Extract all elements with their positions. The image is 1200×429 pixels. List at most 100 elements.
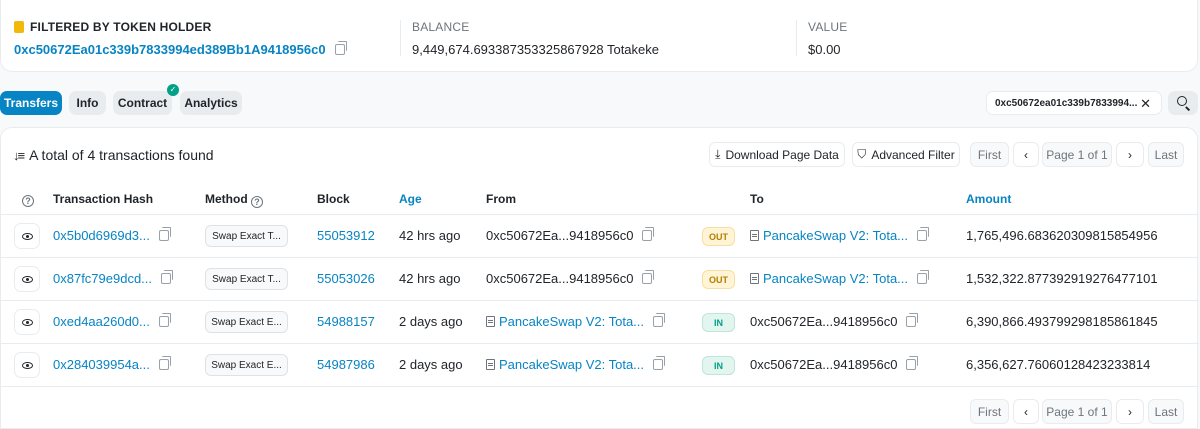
tab-analytics[interactable]: Analytics <box>180 91 242 115</box>
chevron-left-icon: ‹ <box>1024 147 1028 162</box>
table-row: 0x5b0d6969d3... Swap Exact T... 55053912… <box>1 215 1199 258</box>
amount-value: 1,532,322.877392919276477101 <box>966 271 1158 286</box>
copy-icon[interactable] <box>653 356 666 370</box>
clear-filter-icon[interactable]: ✕ <box>1140 96 1151 112</box>
prev-page-button[interactable]: ‹ <box>1013 142 1039 167</box>
contract-icon <box>750 230 759 241</box>
contract-icon <box>486 316 495 327</box>
method-badge: Swap Exact T... <box>205 225 288 247</box>
block-link[interactable]: 54988157 <box>317 314 375 329</box>
balance-value: 9,449,674.693387353325867928 Totakeke <box>412 42 659 57</box>
token-badge-icon <box>14 21 24 33</box>
view-details-button[interactable] <box>14 223 40 249</box>
table-row: 0x87fc79e9dcd... Swap Exact T... 5505302… <box>1 258 1199 301</box>
first-page-button[interactable]: First <box>970 142 1009 167</box>
method-badge: Swap Exact T... <box>205 268 288 290</box>
from-address[interactable]: 0xc50672Ea...9418956c0 <box>486 271 633 286</box>
table-row: 0x284039954a... Swap Exact E... 54987986… <box>1 344 1199 387</box>
col-transaction-hash: Transaction Hash <box>53 192 154 206</box>
age-text: 42 hrs ago <box>399 228 461 243</box>
col-method: Method ? <box>205 192 263 208</box>
amount-value: 1,765,496.683620309815854956 <box>966 228 1158 243</box>
to-address-link[interactable]: PancakeSwap V2: Tota... <box>763 271 908 286</box>
view-details-button[interactable] <box>14 309 40 335</box>
next-page-button[interactable]: › <box>1116 142 1144 167</box>
search-icon <box>1177 96 1187 106</box>
contract-icon <box>750 273 759 284</box>
last-page-button-bottom[interactable]: Last <box>1148 399 1184 424</box>
page-indicator: Page 1 of 1 <box>1042 142 1112 167</box>
direction-badge: IN <box>702 356 735 375</box>
filter-chip-text: 0xc50672ea01c339b7833994... <box>995 97 1138 109</box>
copy-icon[interactable] <box>158 356 171 370</box>
col-block: Block <box>317 192 350 206</box>
copy-icon[interactable] <box>906 356 919 370</box>
copy-icon[interactable] <box>158 227 171 241</box>
search-button[interactable] <box>1168 91 1198 115</box>
direction-badge: OUT <box>702 227 735 246</box>
transfers-panel: ↓≡ A total of 4 transactions found ⤓ Down… <box>0 127 1199 429</box>
copy-icon[interactable] <box>334 41 347 55</box>
block-link[interactable]: 54987986 <box>317 357 375 372</box>
copy-icon[interactable] <box>642 270 655 284</box>
details-help-icon[interactable]: ? <box>22 191 34 207</box>
to-address[interactable]: 0xc50672Ea...9418956c0 <box>750 314 897 329</box>
filter-icon: ⛉ <box>857 147 867 161</box>
download-page-data-button[interactable]: ⤓ Download Page Data <box>709 142 845 167</box>
tab-contract[interactable]: Contract <box>113 91 172 115</box>
col-from: From <box>486 192 516 206</box>
copy-icon[interactable] <box>906 313 919 327</box>
holder-label: FILTERED BY TOKEN HOLDER <box>30 20 212 34</box>
direction-badge: IN <box>702 313 735 332</box>
download-icon: ⤓ <box>715 147 721 161</box>
col-amount[interactable]: Amount <box>966 192 1011 206</box>
copy-icon[interactable] <box>158 313 171 327</box>
tx-hash-link[interactable]: 0x284039954a... <box>53 357 150 372</box>
next-page-button-bottom[interactable]: › <box>1116 399 1144 424</box>
tx-hash-link[interactable]: 0x87fc79e9dcd... <box>53 271 152 286</box>
view-details-button[interactable] <box>14 352 40 378</box>
view-details-button[interactable] <box>14 266 40 292</box>
prev-page-button-bottom[interactable]: ‹ <box>1013 399 1039 424</box>
method-help-icon[interactable]: ? <box>251 196 263 208</box>
tx-hash-link[interactable]: 0x5b0d6969d3... <box>53 228 150 243</box>
advanced-filter-button[interactable]: ⛉ Advanced Filter <box>852 142 960 167</box>
copy-icon[interactable] <box>642 227 655 241</box>
divider <box>796 20 797 56</box>
value-amount: $0.00 <box>808 42 841 57</box>
contract-icon <box>486 359 495 370</box>
age-text: 42 hrs ago <box>399 271 461 286</box>
from-address-link[interactable]: PancakeSwap V2: Tota... <box>499 314 644 329</box>
sort-icon[interactable]: ↓≡ <box>13 148 25 163</box>
value-label: VALUE <box>808 20 848 34</box>
method-badge: Swap Exact E... <box>205 354 288 376</box>
amount-value: 6,356,627.76060128423233814 <box>966 357 1151 372</box>
from-address-link[interactable]: PancakeSwap V2: Tota... <box>499 357 644 372</box>
balance-label: BALANCE <box>412 20 470 34</box>
page-indicator-bottom: Page 1 of 1 <box>1042 399 1112 424</box>
block-link[interactable]: 55053912 <box>317 228 375 243</box>
method-badge: Swap Exact E... <box>205 311 288 333</box>
tx-hash-link[interactable]: 0xed4aa260d0... <box>53 314 150 329</box>
copy-icon[interactable] <box>917 227 930 241</box>
tab-transfers[interactable]: Transfers <box>0 91 62 115</box>
to-address-link[interactable]: PancakeSwap V2: Tota... <box>763 228 908 243</box>
last-page-button[interactable]: Last <box>1148 142 1184 167</box>
verified-check-icon: ✓ <box>167 84 179 96</box>
age-text: 2 days ago <box>399 357 463 372</box>
chevron-left-icon: ‹ <box>1024 404 1028 419</box>
copy-icon[interactable] <box>653 313 666 327</box>
chevron-right-icon: › <box>1128 404 1132 419</box>
holder-column: FILTERED BY TOKEN HOLDER 0xc50672Ea01c33… <box>14 20 347 57</box>
holder-address-link[interactable]: 0xc50672Ea01c339b7833994ed389Bb1A9418956… <box>14 42 326 57</box>
block-link[interactable]: 55053026 <box>317 271 375 286</box>
first-page-button-bottom[interactable]: First <box>970 399 1009 424</box>
col-age[interactable]: Age <box>399 192 422 206</box>
copy-icon[interactable] <box>161 270 174 284</box>
address-filter-chip: 0xc50672ea01c339b7833994... ✕ <box>986 91 1162 115</box>
copy-icon[interactable] <box>917 270 930 284</box>
from-address[interactable]: 0xc50672Ea...9418956c0 <box>486 228 633 243</box>
tab-info[interactable]: Info <box>69 91 106 115</box>
to-address[interactable]: 0xc50672Ea...9418956c0 <box>750 357 897 372</box>
summary-text: A total of 4 transactions found <box>29 147 214 163</box>
